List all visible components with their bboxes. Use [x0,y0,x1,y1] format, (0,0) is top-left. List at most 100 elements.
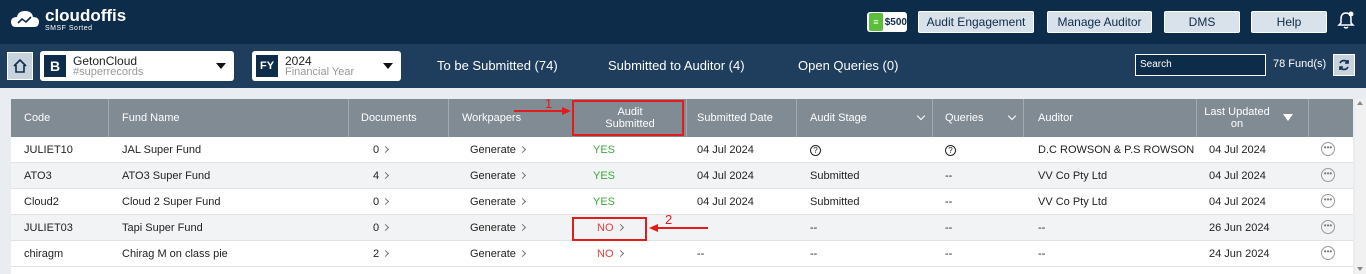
chevron-right-icon [518,145,526,154]
entity-badge: B [44,55,66,77]
refresh-button[interactable] [1333,54,1355,76]
cell-workpapers[interactable]: Generate [470,222,526,234]
tab-open-queries[interactable]: Open Queries (0) [798,58,898,73]
cell-submitted-date: 04 Jul 2024 [697,144,754,156]
scroll-down-icon[interactable] [1357,267,1363,271]
cell-documents[interactable]: 0 [373,144,390,156]
col-queries[interactable]: Queries [933,99,1024,137]
home-button[interactable] [7,52,33,80]
chevron-right-icon [518,223,526,232]
cell-auditor: VV Co Pty Ltd [1038,196,1108,208]
sub-bar: B GetonCloud #superrecords FY 2024 Finan… [0,44,1366,88]
cell-auditor: VV Co Pty Ltd [1038,170,1108,182]
col-fund-name[interactable]: Fund Name [109,99,349,137]
table-row[interactable]: JULIET10 JAL Super Fund 0 Generate YES 0… [11,137,1353,163]
question-icon: ? [810,145,821,156]
app-logo[interactable]: cloudoffis SMSF Sorted [10,7,126,33]
table-row[interactable]: Cloud2 Cloud 2 Super Fund 0 Generate YES… [11,189,1353,215]
year-selector[interactable]: FY 2024 Financial Year [252,51,401,81]
col-submitted-date[interactable]: Submitted Date [687,99,797,137]
col-audit-stage-label: Audit Stage [810,112,867,124]
col-auditor[interactable]: Auditor [1024,99,1197,137]
col-audit-stage[interactable]: Audit Stage [797,99,933,137]
col-last-updated-line1: Last Updated [1204,106,1270,118]
chevron-right-icon [382,249,390,258]
cell-auditor: D.C ROWSON & P.S ROWSON [1038,144,1195,156]
cell-workpapers[interactable]: Generate [470,144,526,156]
cell-submitted-date: -- [697,248,705,260]
generate-link: Generate [470,248,516,260]
bell-icon[interactable] [1337,10,1355,30]
chevron-right-icon [616,249,624,258]
more-options-icon[interactable]: ••• [1321,168,1335,182]
documents-count: 0 [373,196,380,208]
cell-audit-submitted: YES [593,170,616,182]
chevron-right-icon [382,171,390,180]
fund-count: 78 Fund(s) [1273,58,1327,70]
audit-no-label: NO [597,248,614,260]
cell-workpapers[interactable]: Generate [470,248,526,260]
cell-auditor: -- [1038,222,1046,234]
cell-audit-stage[interactable]: ? [810,144,821,156]
cell-workpapers[interactable]: Generate [470,196,526,208]
cell-code: ATO3 [24,170,52,182]
help-button[interactable]: Help [1251,11,1327,33]
cell-last-updated: 04 Jul 2024 [1209,196,1266,208]
cell-audit-stage: Submitted [810,196,860,208]
cell-audit-stage: -- [810,248,818,260]
chevron-down-icon [916,111,926,121]
cell-documents[interactable]: 0 [373,222,390,234]
manage-auditor-button[interactable]: Manage Auditor [1047,11,1152,33]
cell-code: JULIET10 [24,144,73,156]
tab-to-be-submitted[interactable]: To be Submitted (74) [437,58,558,73]
annotation-arrow-icon [514,107,571,115]
cell-audit-stage: Submitted [810,170,860,182]
annotation-arrow-icon [649,224,708,232]
generate-link: Generate [470,144,516,156]
refresh-icon [1339,59,1349,71]
chevron-down-icon [216,63,226,69]
brand-name: cloudoffis [45,6,127,25]
audit-engagement-button[interactable]: Audit Engagement [918,11,1034,33]
year-sub: Financial Year [285,66,355,78]
chevron-right-icon [518,249,526,258]
chevron-right-icon [382,145,390,154]
dms-button[interactable]: DMS [1164,11,1240,33]
question-icon: ? [945,145,956,156]
table-row[interactable]: chiragm Chirag M on class pie 2 Generate… [11,241,1353,267]
search-input[interactable]: Search [1135,54,1266,76]
table-row[interactable]: ATO3 ATO3 Super Fund 4 Generate YES 04 J… [11,163,1353,189]
credit-balance[interactable]: ≡ $500 [867,12,907,32]
cell-queries: -- [945,222,953,234]
cell-last-updated: 04 Jul 2024 [1209,144,1266,156]
cell-documents[interactable]: 2 [373,248,390,260]
col-queries-label: Queries [945,112,984,124]
more-options-icon[interactable]: ••• [1321,246,1335,260]
cell-workpapers[interactable]: Generate [470,170,526,182]
cell-audit-submitted: YES [593,144,616,156]
col-code[interactable]: Code [11,99,109,137]
vertical-scrollbar[interactable] [1355,99,1366,274]
chevron-down-icon [1007,111,1017,121]
col-last-updated[interactable]: Last Updated on [1197,99,1309,137]
cell-audit-submitted[interactable]: NO [597,248,624,260]
sort-desc-icon[interactable] [1283,114,1293,122]
entity-sub: #superrecords [73,66,144,78]
more-options-icon[interactable]: ••• [1321,194,1335,208]
cell-audit-stage: -- [810,222,818,234]
documents-count: 4 [373,170,380,182]
scroll-up-icon[interactable] [1357,101,1363,105]
cell-queries[interactable]: ? [945,144,956,156]
entity-selector[interactable]: B GetonCloud #superrecords [40,51,234,81]
annotation-box-2 [572,217,647,241]
col-documents[interactable]: Documents [349,99,449,137]
brand-tagline: SMSF Sorted [45,25,93,32]
generate-link: Generate [470,170,516,182]
cell-documents[interactable]: 0 [373,196,390,208]
more-options-icon[interactable]: ••• [1321,220,1335,234]
cell-documents[interactable]: 4 [373,170,390,182]
col-workpapers[interactable]: Workpapers [449,99,574,137]
more-options-icon[interactable]: ••• [1321,142,1335,156]
cell-fund-name: Tapi Super Fund [122,222,203,234]
tab-submitted-to-auditor[interactable]: Submitted to Auditor (4) [608,58,745,73]
